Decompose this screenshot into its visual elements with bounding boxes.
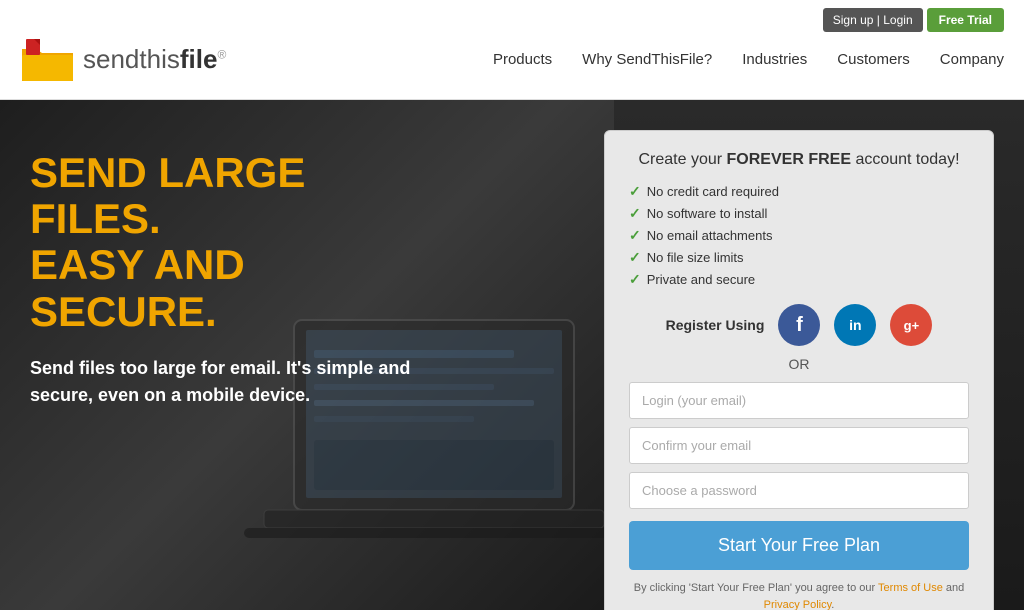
social-register-row: Register Using f in g+: [629, 304, 969, 346]
header: Sign up | Login Free Trial sendthisfile®…: [0, 0, 1024, 100]
reg-features-list: ✓No credit card required ✓No software to…: [629, 183, 969, 288]
feature-4: ✓No file size limits: [629, 249, 969, 266]
feature-1: ✓No credit card required: [629, 183, 969, 200]
nav-why[interactable]: Why SendThisFile?: [582, 51, 712, 68]
logo-icon: [20, 35, 75, 85]
nav-company[interactable]: Company: [940, 51, 1004, 68]
free-trial-button[interactable]: Free Trial: [927, 8, 1004, 32]
start-free-plan-button[interactable]: Start Your Free Plan: [629, 521, 969, 570]
feature-5: ✓Private and secure: [629, 271, 969, 288]
headline-line1: SEND LARGE FILES.: [30, 150, 430, 242]
check-icon-5: ✓: [629, 271, 641, 288]
registration-form: Start Your Free Plan: [629, 382, 969, 580]
reg-title: Create your FOREVER FREE account today!: [629, 151, 969, 169]
top-bar: Sign up | Login Free Trial: [823, 8, 1004, 32]
privacy-link[interactable]: Privacy Policy: [764, 599, 832, 610]
logo-text: sendthisfile®: [83, 44, 226, 75]
nav-products[interactable]: Products: [493, 51, 552, 68]
nav-industries[interactable]: Industries: [742, 51, 807, 68]
googleplus-register-button[interactable]: g+: [890, 304, 932, 346]
headline-line2: EASY AND SECURE.: [30, 242, 430, 334]
hero-section: SEND LARGE FILES. EASY AND SECURE. Send …: [0, 100, 1024, 610]
feature-2: ✓No software to install: [629, 205, 969, 222]
hero-text: SEND LARGE FILES. EASY AND SECURE. Send …: [0, 100, 460, 459]
linkedin-register-button[interactable]: in: [834, 304, 876, 346]
password-input[interactable]: [629, 472, 969, 509]
check-icon-4: ✓: [629, 249, 641, 266]
facebook-register-button[interactable]: f: [778, 304, 820, 346]
terms-text: By clicking 'Start Your Free Plan' you a…: [629, 580, 969, 610]
register-using-label: Register Using: [666, 317, 765, 333]
registration-card: Create your FOREVER FREE account today! …: [604, 130, 994, 610]
hero-headline: SEND LARGE FILES. EASY AND SECURE.: [30, 150, 430, 335]
nav-customers[interactable]: Customers: [837, 51, 910, 68]
terms-link[interactable]: Terms of Use: [878, 582, 943, 594]
or-divider: OR: [629, 356, 969, 372]
check-icon-3: ✓: [629, 227, 641, 244]
hero-subtext: Send files too large for email. It's sim…: [30, 355, 430, 409]
confirm-email-input[interactable]: [629, 427, 969, 464]
main-nav: Products Why SendThisFile? Industries Cu…: [493, 51, 1004, 68]
signup-login-button[interactable]: Sign up | Login: [823, 8, 923, 32]
logo-area: sendthisfile®: [20, 35, 226, 85]
feature-3: ✓No email attachments: [629, 227, 969, 244]
check-icon-1: ✓: [629, 183, 641, 200]
check-icon-2: ✓: [629, 205, 641, 222]
email-input[interactable]: [629, 382, 969, 419]
